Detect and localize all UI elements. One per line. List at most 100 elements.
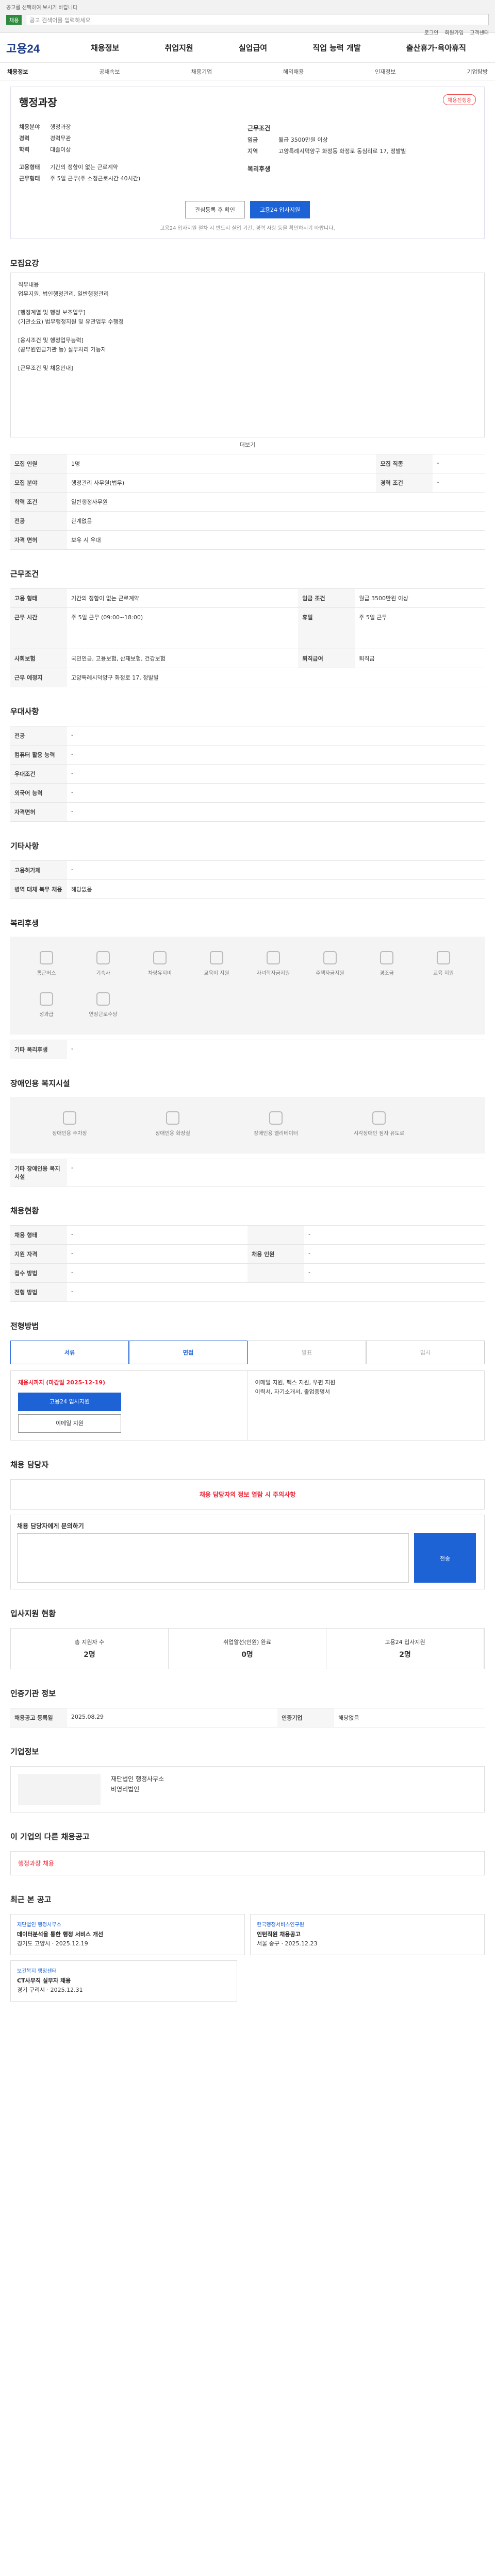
nav-item[interactable]: 출산휴가·육아휴직 [406,42,466,53]
apply-button[interactable]: 고용24 입사지원 [250,201,310,218]
welfare-icon [267,951,280,964]
section-title: 기타사항 [10,841,39,851]
job-summary: 채용진행중 행정과장 채용분야 행정과장 경력 경력무관 학력 대졸이상 고용형태 기간… [10,87,485,239]
signup-link[interactable]: 회원가입 [444,28,464,36]
welfare-item: 기숙사 [77,947,129,983]
cell-value: 행정관리 사무원(법무) [67,473,376,493]
welfare-item: 성과급 [21,988,72,1024]
cell-value: 1명 [67,454,376,473]
top-notice: 공고를 선택하여 보시기 바랍니다 [6,5,78,11]
apply-note: 고용24 입사지원 절차 시 반드시 실업 기간, 경력 사항 등을 확인하시기… [160,226,335,231]
company-name: 재단법인 행정사무소 [111,1775,164,1783]
cell-head: 병역 대체 복무 채용 [10,879,67,899]
cell-value: 관계없음 [67,511,485,531]
section-title: 입사지원 현황 [10,1609,56,1618]
cell-head: 기타 장애인용 복지시설 [10,1159,67,1187]
subnav-item[interactable]: 채용정보 [7,67,28,76]
qa-textarea[interactable] [17,1533,409,1583]
field-label: 지역 [248,148,258,155]
subnav-item[interactable]: 인재정보 [375,67,395,76]
welfare-icon [153,951,167,964]
cell-value: 보유 시 우대 [67,530,485,550]
nav-item[interactable]: 취업지원 [165,42,193,53]
apply-docs: 이력서, 자기소개서, 졸업증명서 [255,1388,331,1395]
apply-button-2[interactable]: 고용24 입사지원 [18,1393,121,1411]
process-step: 서류 [10,1341,129,1364]
welfare-icon [380,951,393,964]
top-search-input[interactable]: 공고 검색어를 입력하세요 [26,14,489,25]
subnav-item[interactable]: 해외채용 [283,67,304,76]
nav-item[interactable]: 직업 능력 개발 [312,42,360,53]
qa-submit-button[interactable]: 전송 [414,1533,476,1583]
page-title: 행정과장 [19,96,57,109]
cell-head: 기타 복리후생 [10,1040,67,1059]
deadline: 채용시까지 (마감일 2025-12-19) [18,1379,106,1386]
field-label: 근무형태 [19,175,40,182]
section-title: 복리후생 [10,919,39,928]
cell-head: 근무 예정지 [10,668,67,687]
field-label: 학력 [19,146,30,153]
alert-title: 채용 담당자의 정보 열람 시 주의사항 [199,1491,296,1498]
conditions-table: 고용 형태 기간의 정함이 없는 근로계약 임금 조건 월급 3500만원 이상 근무… [10,588,485,687]
cell-head: 고용 형태 [10,588,67,608]
cell-value: 주 5일 근무 (09:00~18:00) [67,607,299,649]
cell-head: 모집 인원 [10,454,67,473]
section-title: 기업정보 [10,1747,39,1756]
welfare-item: 통근버스 [21,947,72,983]
login-link[interactable]: 로그인 [424,28,439,36]
service-badge: 채용 [6,14,22,25]
cell-value: - [67,745,485,765]
cell-value: 고양특례시덕양구 화정로 17, 정발빌 [67,668,485,687]
welfare-icon [96,951,110,964]
section-title: 근무조건 [10,569,39,579]
process-step: 면접 [129,1341,248,1364]
site-logo[interactable]: 고용24 [6,40,68,56]
quota-table: 채용 형태 - - 지원 자격 - 채용 인원 - 접수 방법 - - 전형 방법 - [10,1225,485,1302]
job-card[interactable]: 재단법인 행정사무소 데이터분석을 통한 행정 서비스 개선 경기도 고양시 · 2… [10,1914,245,1955]
more-button[interactable]: 더보기 [10,440,485,449]
process-step: 발표 [248,1341,366,1364]
recruit-table: 모집 인원 1명 모집 직종 - 모집 분야 행정관리 사무원(법무) 경력 조건 - 학력… [10,454,485,550]
cell-value: - [67,860,485,880]
field-label: 임금 [248,137,258,143]
job-card[interactable]: 한국행정서비스연구원 인턴직원 채용공고 서울 중구 · 2025.12.23 [250,1914,485,1955]
cell-head: 임금 조건 [298,588,355,608]
welfare-icon [96,992,110,1006]
nav-item[interactable]: 실업급여 [239,42,267,53]
cell-head: 사회보험 [10,649,67,668]
etc-table: 고용허가제 - 병역 대체 복무 채용 해당없음 [10,860,485,899]
cell-head: 근무 시간 [10,607,67,649]
section-title: 모집요강 [10,259,39,268]
recruit-description: 직무내용 업무지원, 법인행정관리, 일반행정관리 [행정계열 및 행정 보조업… [10,273,485,437]
subnav-item[interactable]: 기업탐방 [467,67,487,76]
cell-head: 전형 방법 [10,1282,67,1302]
facility-item: 장애인용 엘리베이터 [227,1107,325,1143]
other-job-item[interactable]: 행정과장 채용 [18,1859,54,1868]
company-type: 비영리법인 [111,1786,140,1793]
nav-item[interactable]: 채용정보 [91,42,119,53]
email-apply-button[interactable]: 이메일 지원 [18,1414,121,1433]
section-title: 장애인용 복지시설 [10,1079,70,1088]
welfare-item: 교육 지원 [418,947,469,983]
help-link[interactable]: 고객센터 [470,28,489,36]
field-value: 기간의 정함이 없는 근로계약 [50,164,118,171]
top-bar: 공고를 선택하여 보시기 바랍니다 채용 공고 검색어를 입력하세요 로그인 회… [0,0,495,36]
contact-alert: 채용 담당자의 정보 열람 시 주의사항 [10,1479,485,1510]
facility-item: 장애인용 화장실 [124,1107,222,1143]
apply-method: 이메일 지원, 팩스 지원, 우편 지원 [255,1379,336,1386]
cell-value: 국민연금, 고용보험, 산재보험, 건강보험 [67,649,299,668]
recent-cards: 재단법인 행정사무소 데이터분석을 통한 행정 서비스 개선 경기도 고양시 · 2… [10,1914,485,1955]
field-label: 채용분야 [19,124,40,130]
section-subhead: 근무조건 [248,125,271,132]
field-label: 고용형태 [19,164,40,171]
cell-head: 경력 조건 [376,473,433,493]
cell-head: 우대조건 [10,764,67,784]
welfare-grid: 통근버스 기숙사 차량유지비 교육비 지원 자녀학자금지원 주택자금지원 경조금… [10,937,485,1035]
job-card[interactable]: 보건복지 행정센터 CT사무직 실무자 채용 경기 구리시 · 2025.12.31 [10,1960,237,2002]
subnav-item[interactable]: 공채속보 [99,67,120,76]
subnav-item[interactable]: 채용기업 [191,67,212,76]
interest-button[interactable]: 관심등록 후 확인 [185,201,245,218]
welfare-item: 자녀학자금지원 [248,947,299,983]
process-steps: 서류 면접 발표 입사 [10,1341,485,1364]
cell-head: 모집 분야 [10,473,67,493]
